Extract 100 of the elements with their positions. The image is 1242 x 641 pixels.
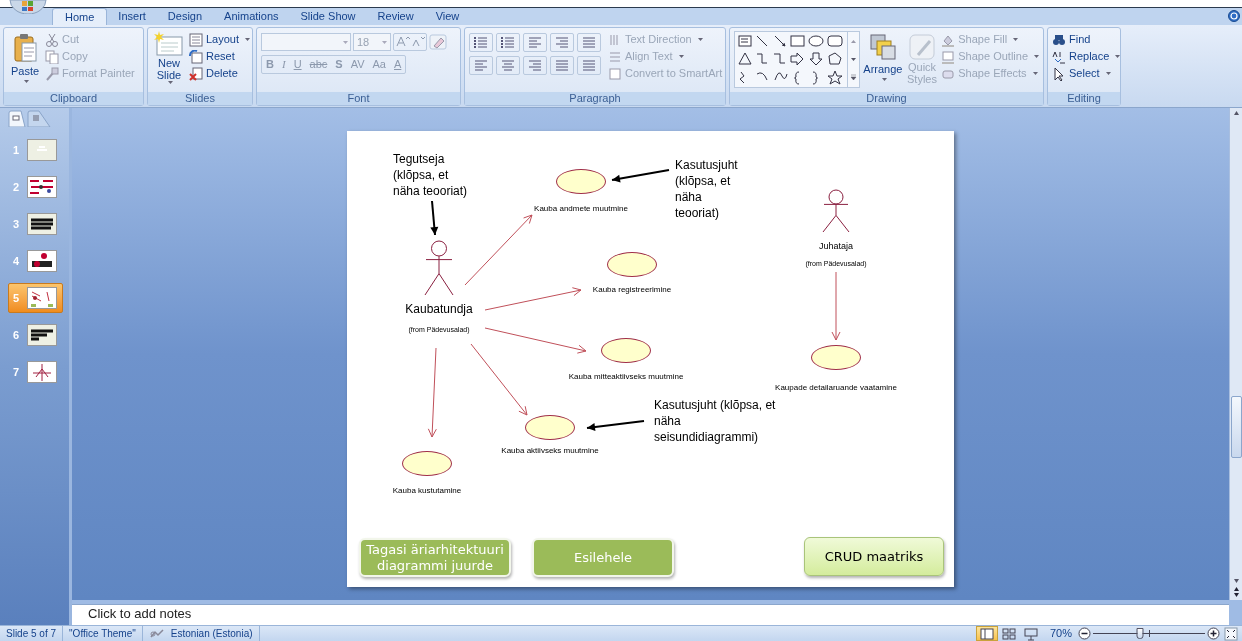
slider-thumb[interactable] [1136,628,1144,639]
ribbon-tab[interactable]: Home [52,8,108,25]
zoom-in-icon[interactable] [1207,627,1220,640]
ribbon-button[interactable]: Replace [1052,48,1120,65]
use-case-ellipse [402,451,452,476]
slide-thumbnail[interactable]: 7 [8,357,63,387]
slide-preview-drawing [27,213,57,235]
font-name-field[interactable] [261,33,351,51]
ribbon-button[interactable]: Find [1052,31,1120,48]
pointer-arrow [586,420,645,431]
scroll-thumb[interactable] [1230,396,1242,458]
slide-preview-drawing [27,139,57,161]
group-label: Font [347,92,370,105]
group-label: Paragraph [569,92,621,105]
align-center-icon [500,58,516,73]
caret-icon [1034,55,1039,58]
brush-icon [45,66,59,81]
group-label: Drawing [866,92,907,105]
slide-thumbnail[interactable]: 4 [8,246,63,276]
caret-icon [1115,55,1120,58]
actor-label: Juhataja [819,240,853,253]
justify-icon [554,58,570,73]
scrollbar[interactable] [1229,108,1242,600]
caret-icon [678,55,684,58]
association-arrow [831,271,841,341]
use-case-ellipse [607,252,657,277]
replace-icon [1052,49,1066,64]
pointer-arrow [611,169,670,183]
ribbon-tab[interactable]: View [424,8,471,25]
new-slide-button[interactable]: New Slide [152,31,186,92]
ribbon-tab[interactable]: Insert [107,8,157,25]
use-case-ellipse [811,345,861,370]
decrease-indent-icon [527,35,543,50]
ribbon-button[interactable]: Select [1052,65,1120,82]
slide-thumbnail[interactable]: 6 [8,320,63,350]
status-text: Estonian (Estonia) [170,626,260,641]
clear-formatting-icon [429,34,447,50]
ribbon-button[interactable]: Delete [189,65,251,82]
outline-tab-icon[interactable] [27,110,51,127]
ribbon-button[interactable]: Layout [189,31,251,48]
slide-preview-drawing [27,324,57,346]
caret-icon [1032,72,1038,75]
fit-to-window-icon[interactable] [1224,626,1238,641]
actor-label: Kaubatundja [405,301,473,318]
slide-preview-drawing [27,250,57,272]
notes-field[interactable]: Click to add notes [72,604,1229,625]
copy-icon [45,49,59,64]
slide-thumbnail[interactable]: 5 [8,283,63,313]
ribbon-button[interactable]: Reset [189,48,251,65]
slides-tab-icon[interactable] [8,110,26,127]
use-case-label: Kauba kustutamine [392,485,462,497]
slide-preview-drawing [27,361,57,383]
use-case-label: Kauba registreerimine [592,284,672,296]
use-case-label: Kaupade detailaruande vaatamine [775,382,897,394]
line-spacing-icon [581,35,597,50]
slide-link-button[interactable]: Esilehele [532,538,674,577]
arrange-button[interactable]: Arrange [863,31,903,92]
columns-icon [581,58,597,73]
status-text: "Office Theme" [63,626,143,641]
paragraph-button[interactable] [496,33,520,52]
use-case-ellipse [525,415,575,440]
help-icon[interactable] [1228,10,1240,22]
slide-thumbnail[interactable]: 1 [8,135,63,165]
caret-icon [881,77,887,81]
caret-icon [168,81,173,84]
paragraph-button[interactable] [469,33,493,52]
align-left-icon [473,58,489,73]
paste-button[interactable]: Paste [8,31,42,92]
slide-thumbnail[interactable]: 2 [8,172,63,202]
slide-link-button[interactable]: CRUD maatriks [804,537,944,576]
stick-figure-icon [424,240,454,296]
ribbon-tab[interactable]: Animations [213,8,290,25]
caret-icon [1105,72,1111,75]
slide-preview-drawing [27,176,57,198]
caret-icon [24,79,29,83]
caret-icon [697,38,703,41]
caret-icon [1013,38,1019,41]
stacked-squares-icon [868,33,897,61]
ribbon-tab[interactable]: Design [156,8,214,25]
delete-icon [189,66,203,81]
reset-icon [189,49,203,64]
scissors-icon [45,32,59,47]
view-button[interactable] [975,626,998,641]
slide-link-button[interactable]: Tagasi äriarhitektuuri diagrammi juurde [359,538,511,577]
zoom-slider[interactable] [1093,627,1205,640]
use-case-ellipse [601,338,651,363]
zoom-out-icon[interactable] [1078,627,1091,640]
caret-icon [382,40,387,44]
quick-styles-button[interactable]: Quick Styles [905,31,939,92]
zoom-percent: 70% [1049,626,1072,641]
slide-sorter-icon [1000,626,1017,641]
outline-icon [941,49,956,64]
slide-preview-drawing [27,287,57,309]
use-case-label: Kauba aktiivseks muutmine [501,445,599,457]
slide-thumbnail[interactable]: 3 [8,209,63,239]
ribbon-tab[interactable]: Slide Show [289,8,367,25]
ribbon-tab[interactable]: Review [366,8,425,25]
spelling-check-icon [148,627,165,640]
bullets-icon [473,35,489,50]
status-text: Slide 5 of 7 [6,626,64,641]
